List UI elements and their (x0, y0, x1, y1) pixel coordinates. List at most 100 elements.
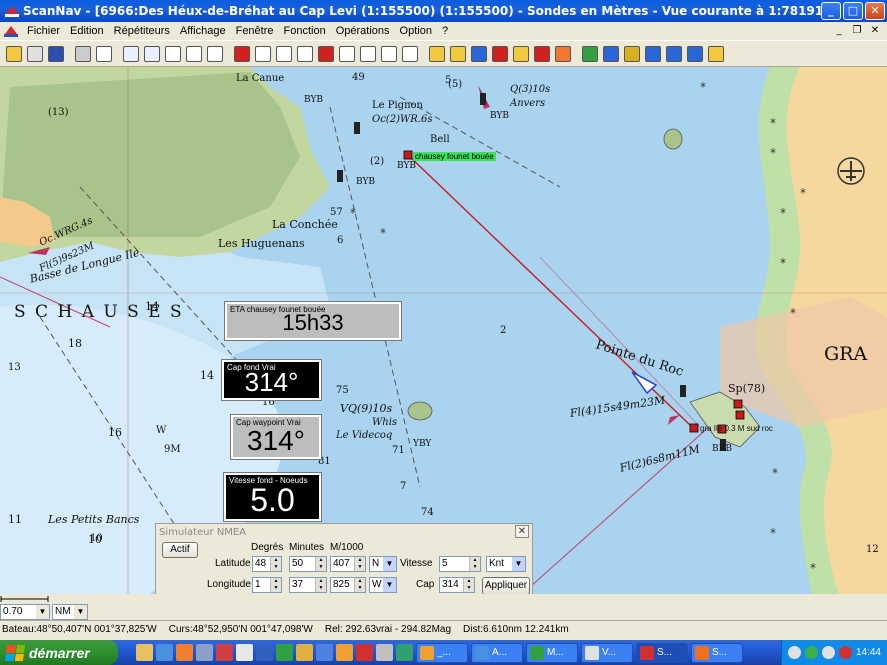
toolbar-button-chart[interactable] (600, 43, 621, 64)
toolbar-button-crosshair[interactable] (252, 43, 273, 64)
spinner-arrows-icon[interactable]: ▲ ▼ (463, 578, 474, 592)
toolbar-button-instruments[interactable] (579, 43, 600, 64)
toolbar-button-crossing[interactable] (642, 43, 663, 64)
tray-back-icon[interactable] (787, 646, 801, 659)
spinner-arrows-icon[interactable]: ▲ ▼ (354, 578, 365, 592)
toolbar-button-ruler[interactable] (447, 43, 468, 64)
toolbar-button-north-up[interactable] (468, 43, 489, 64)
menu-fichier[interactable]: Fichier (22, 25, 65, 37)
document-icon[interactable] (4, 25, 18, 37)
vitesse-spinner[interactable]: 5 ▲ ▼ (439, 556, 481, 572)
scale-select[interactable]: 0.70 ▼ (0, 604, 50, 620)
tray-security-icon[interactable] (838, 646, 852, 659)
latitude-degrees-spinner[interactable]: 48 ▲ ▼ (252, 556, 282, 572)
toolbar-button-measure[interactable] (336, 43, 357, 64)
longitude-minutes-spinner[interactable]: 37 ▲ ▼ (289, 577, 327, 593)
cap-waypoint-instrument[interactable]: Cap waypoint Vrai 314° (230, 414, 322, 460)
window-title-bar[interactable]: ScanNav - [6966:Des Héux-de-Bréhat au Ca… (0, 0, 887, 22)
close-button[interactable]: ✕ (865, 2, 885, 20)
vitesse-instrument[interactable]: Vitesse fond - Noeuds 5.0 (223, 472, 322, 522)
cap-fond-instrument[interactable]: Cap fond Vrai 314° (221, 359, 322, 401)
toolbar-button-save[interactable] (45, 43, 66, 64)
quicklaunch-desktop-icon[interactable] (136, 644, 153, 661)
tray-volume-icon[interactable] (821, 646, 835, 659)
quicklaunch-app-icon[interactable] (316, 644, 333, 661)
taskbar-task[interactable]: A... (471, 642, 523, 663)
maximize-button[interactable]: □ (843, 2, 863, 20)
quicklaunch-app-icon[interactable] (376, 644, 393, 661)
actif-button[interactable]: Actif (162, 542, 198, 558)
quicklaunch-app-icon[interactable] (256, 644, 273, 661)
tray-network-icon[interactable] (804, 646, 818, 659)
toolbar-button-open[interactable] (3, 43, 24, 64)
spinner-arrows-icon[interactable]: ▲ ▼ (270, 578, 281, 592)
quicklaunch-firefox-icon[interactable] (176, 644, 193, 661)
longitude-degrees-spinner[interactable]: 1 ▲ ▼ (252, 577, 282, 593)
spinner-arrows-icon[interactable]: ▲ ▼ (354, 557, 365, 571)
toolbar-button-lifebuoy[interactable] (552, 43, 573, 64)
latitude-m1000-spinner[interactable]: 407 ▲ ▼ (330, 556, 366, 572)
spinner-arrows-icon[interactable]: ▲ ▼ (315, 578, 326, 592)
toolbar-button-print[interactable] (72, 43, 93, 64)
minimize-button[interactable]: _ (821, 2, 841, 20)
quicklaunch-app-icon[interactable] (336, 644, 353, 661)
quicklaunch-app-icon[interactable] (276, 644, 293, 661)
unit-select[interactable]: NM ▼ (52, 604, 88, 620)
quicklaunch-app-icon[interactable] (296, 644, 313, 661)
waypoint-label[interactable]: chausey founet bouée (413, 152, 496, 161)
taskbar-task[interactable]: S... (691, 642, 743, 663)
spinner-arrows-icon[interactable]: ▲ ▼ (315, 557, 326, 571)
simulator-title-bar[interactable]: Simulateur NMEA ✕ (156, 524, 532, 541)
toolbar-button-track[interactable] (315, 43, 336, 64)
toolbar-button-layers[interactable] (399, 43, 420, 64)
toolbar-button-zoom-in[interactable] (120, 43, 141, 64)
toolbar-button-pan-hand[interactable] (162, 43, 183, 64)
nautical-chart-view[interactable]: * * * * * * * * * * * * La Canue Le Pignon Oc(2)… (0, 67, 887, 594)
toolbar-button-route-mode[interactable] (510, 43, 531, 64)
spinner-arrows-icon[interactable]: ▲ ▼ (469, 557, 480, 571)
quicklaunch-browser-icon[interactable] (156, 644, 173, 661)
toolbar-button-select-copy[interactable] (204, 43, 225, 64)
toolbar-button-grid[interactable] (621, 43, 642, 64)
menu-fonction[interactable]: Fonction (279, 25, 331, 37)
nmea-simulator-dialog[interactable]: Simulateur NMEA ✕ Actif Degrés Minutes M… (155, 523, 533, 598)
cap-spinner[interactable]: 314 ▲ ▼ (439, 577, 475, 593)
menu-edition[interactable]: Edition (65, 25, 109, 37)
longitude-hemisphere-select[interactable]: W ▼ (369, 577, 397, 593)
toolbar-button-gps[interactable] (426, 43, 447, 64)
taskbar-task[interactable]: S... (636, 642, 688, 663)
toolbar-button-route-edit[interactable] (294, 43, 315, 64)
toolbar-button-arrow[interactable] (684, 43, 705, 64)
toolbar-button-select-rect[interactable] (183, 43, 204, 64)
taskbar-task[interactable]: M... (526, 642, 578, 663)
latitude-hemisphere-select[interactable]: N ▼ (369, 556, 397, 572)
quicklaunch-app-icon[interactable] (356, 644, 373, 661)
simulator-close-button[interactable]: ✕ (515, 525, 529, 538)
menu-affichage[interactable]: Affichage (175, 25, 231, 37)
quicklaunch-app-icon[interactable] (196, 644, 213, 661)
toolbar-button-context-help[interactable] (705, 43, 726, 64)
chevron-down-icon[interactable]: ▼ (74, 605, 87, 619)
menu-operations[interactable]: Opérations (331, 25, 395, 37)
start-button[interactable]: démarrer (0, 640, 118, 665)
toolbar-button-zoom-out[interactable] (141, 43, 162, 64)
chevron-down-icon[interactable]: ▼ (36, 605, 49, 619)
toolbar-button-help-pointer[interactable] (93, 43, 114, 64)
toolbar-button-wind[interactable] (663, 43, 684, 64)
latitude-minutes-spinner[interactable]: 50 ▲ ▼ (289, 556, 327, 572)
mdi-minimize-button[interactable]: _ (831, 24, 847, 38)
longitude-m1000-spinner[interactable]: 825 ▲ ▼ (330, 577, 366, 593)
menu-fenetre[interactable]: Fenêtre (231, 25, 279, 37)
spinner-arrows-icon[interactable]: ▲ ▼ (270, 557, 281, 571)
toolbar-button-man-overboard[interactable] (531, 43, 552, 64)
quicklaunch-app-icon[interactable] (236, 644, 253, 661)
eta-instrument[interactable]: ETA chausey founet bouée 15h33 (224, 301, 402, 341)
taskbar-task[interactable]: V... (581, 642, 633, 663)
toolbar-button-center-boat[interactable] (489, 43, 510, 64)
mdi-restore-button[interactable]: ❐ (849, 24, 865, 38)
toolbar-button-bearing[interactable] (357, 43, 378, 64)
menu-repetiteurs[interactable]: Répétiteurs (109, 25, 175, 37)
mdi-close-button[interactable]: ✕ (867, 24, 883, 38)
chevron-down-icon[interactable]: ▼ (383, 578, 396, 592)
menu-help[interactable]: ? (437, 25, 453, 37)
